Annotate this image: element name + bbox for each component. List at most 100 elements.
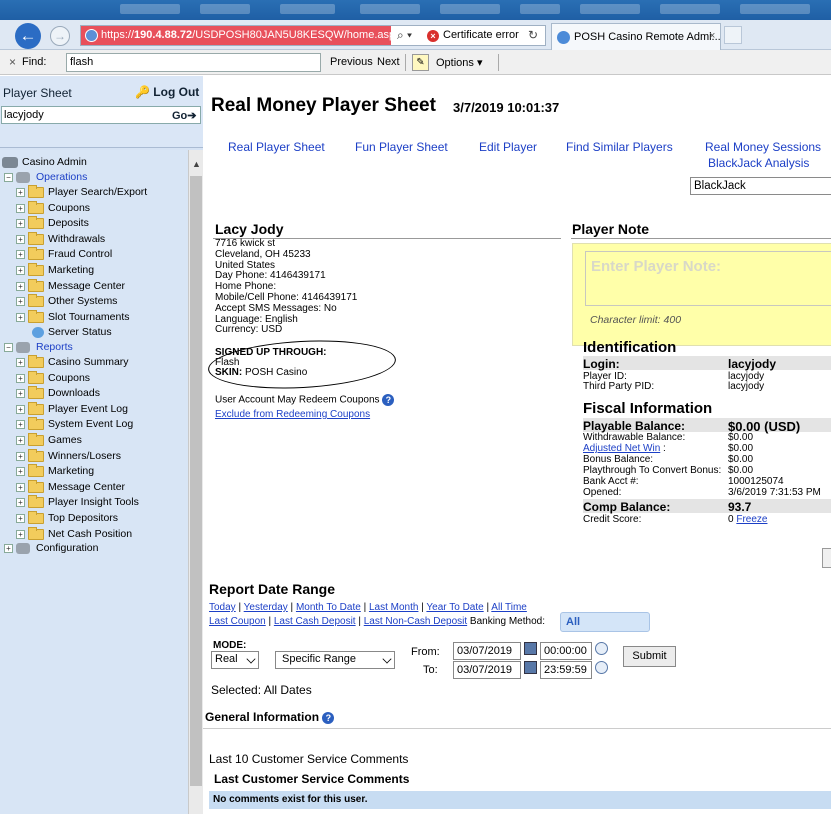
scrollbar-thumb[interactable] <box>190 176 202 786</box>
range-link-last-coupon[interactable]: Last Coupon <box>209 616 266 627</box>
close-tab-icon[interactable]: × <box>709 30 715 42</box>
expand-icon[interactable]: + <box>16 266 25 275</box>
to-date-input[interactable]: 03/07/2019 <box>453 661 521 679</box>
divider <box>571 238 831 239</box>
refresh-icon[interactable]: ↻ <box>528 28 538 42</box>
range-link-all-time[interactable]: All Time <box>491 602 527 613</box>
mode-select[interactable]: Real <box>211 651 259 669</box>
range-link-last-cash-deposit[interactable]: Last Cash Deposit <box>274 616 356 627</box>
expand-icon[interactable]: + <box>16 514 25 523</box>
cert-error-text[interactable]: Certificate error <box>443 29 519 41</box>
link-separator: | <box>360 602 369 613</box>
expand-icon[interactable]: + <box>16 420 25 430</box>
go-button[interactable]: Go➔ <box>172 109 197 122</box>
sidebar-scrollbar[interactable]: ▲ <box>188 150 203 814</box>
expand-icon[interactable]: + <box>16 389 25 399</box>
to-time-input[interactable]: 23:59:59 <box>540 661 592 679</box>
expand-icon[interactable]: + <box>16 312 25 322</box>
side-button[interactable] <box>822 548 831 568</box>
expand-icon[interactable]: + <box>16 451 25 461</box>
close-find-icon[interactable]: × <box>9 55 16 69</box>
new-tab-button[interactable] <box>724 26 742 44</box>
find-previous-button[interactable]: Previous <box>330 56 373 68</box>
expand-icon[interactable]: + <box>16 404 25 414</box>
game-select[interactable]: BlackJack <box>690 177 831 195</box>
expand-icon[interactable]: + <box>16 529 25 539</box>
url-highlight: https://190.4.88.72/USDPOSH80JAN5U8KESQW… <box>81 26 395 45</box>
range-link-yesterday[interactable]: Yesterday <box>244 602 288 613</box>
range-select[interactable]: Specific Range <box>275 651 395 669</box>
forward-button[interactable]: → <box>50 26 70 46</box>
expand-icon[interactable]: + <box>16 188 25 197</box>
folder-icon <box>28 386 44 400</box>
find-next-button[interactable]: Next <box>377 56 400 68</box>
collapse-icon[interactable]: − <box>4 343 13 352</box>
folder-icon <box>28 433 44 446</box>
back-button[interactable]: ← <box>15 23 41 49</box>
address-bar[interactable]: https://190.4.88.72/USDPOSH80JAN5U8KESQW… <box>80 25 546 46</box>
range-link-today[interactable]: Today <box>209 602 236 613</box>
find-similar-players-link[interactable]: Find Similar Players <box>566 140 673 154</box>
expand-icon[interactable]: + <box>4 544 13 553</box>
expand-icon[interactable]: + <box>16 373 25 383</box>
folder-icon <box>28 200 44 214</box>
expand-icon[interactable]: + <box>16 436 25 445</box>
real-money-sessions-link[interactable]: Real Money Sessions <box>705 140 821 154</box>
banking-method-select[interactable]: All <box>560 612 650 632</box>
range-link-last-month[interactable]: Last Month <box>369 602 418 613</box>
submit-button[interactable]: Submit <box>623 646 676 667</box>
from-date-input[interactable]: 03/07/2019 <box>453 642 521 660</box>
deposit-range-links: Last Coupon | Last Cash Deposit | Last N… <box>209 616 545 627</box>
login-row <box>583 356 831 370</box>
find-options-button[interactable]: Options ▾ <box>436 56 483 69</box>
logout-link[interactable]: 🔑 Log Out <box>135 85 199 99</box>
adjusted-net-win-link[interactable]: Adjusted Net Win <box>583 443 660 454</box>
edit-player-link[interactable]: Edit Player <box>479 140 537 154</box>
browser-tab[interactable]: POSH Casino Remote Admi... × <box>551 23 721 50</box>
expand-icon[interactable]: + <box>16 467 25 477</box>
freeze-link[interactable]: Freeze <box>736 514 767 525</box>
login-value: lacyjody <box>728 357 777 371</box>
credit-label: Credit Score: <box>583 514 642 525</box>
expand-icon[interactable]: + <box>16 250 25 260</box>
expand-icon[interactable]: + <box>16 203 25 213</box>
clock-icon[interactable] <box>595 642 608 655</box>
expand-icon[interactable]: + <box>16 297 25 307</box>
blackjack-analysis-link[interactable]: BlackJack Analysis <box>708 156 809 170</box>
fun-player-sheet-link[interactable]: Fun Player Sheet <box>355 140 448 154</box>
playthrough-value: $0.00 <box>728 465 754 476</box>
search-icon[interactable]: ⌕ ▾ <box>397 28 412 43</box>
player-note-input[interactable]: Enter Player Note: <box>585 251 831 306</box>
highlight-icon[interactable]: ✎ <box>412 54 429 71</box>
calendar-icon[interactable] <box>524 642 537 655</box>
clock-icon[interactable] <box>595 661 608 674</box>
player-search-input[interactable]: lacyjody <box>1 106 201 124</box>
help-icon[interactable]: ? <box>322 711 335 724</box>
calendar-icon[interactable] <box>524 661 537 674</box>
folder-icon <box>28 294 44 308</box>
exclude-coupons-link[interactable]: Exclude from Redeeming Coupons <box>215 409 370 420</box>
chevron-down-icon <box>382 654 392 664</box>
expand-icon[interactable]: + <box>16 482 25 492</box>
find-input[interactable]: flash <box>66 53 321 72</box>
page-date: 3/7/2019 10:01:37 <box>453 100 560 115</box>
expand-icon[interactable]: + <box>16 219 25 229</box>
expand-icon[interactable]: + <box>16 234 25 244</box>
from-time-input[interactable]: 00:00:00 <box>540 642 592 660</box>
range-link-month-to-date[interactable]: Month To Date <box>296 602 361 613</box>
range-link-last-non-cash-deposit[interactable]: Last Non-Cash Deposit <box>364 616 467 627</box>
third-party-label: Third Party PID: <box>583 381 655 392</box>
collapse-icon[interactable]: − <box>4 173 13 182</box>
expand-icon[interactable]: + <box>16 498 25 508</box>
expand-icon[interactable]: + <box>16 281 25 291</box>
page-title: Real Money Player Sheet <box>211 95 436 116</box>
tab-favicon-icon <box>557 31 570 44</box>
expand-icon[interactable]: + <box>16 358 25 367</box>
range-link-year-to-date[interactable]: Year To Date <box>426 602 483 613</box>
scroll-up-icon[interactable]: ▲ <box>192 159 201 169</box>
help-icon[interactable]: ? <box>382 394 395 406</box>
real-player-sheet-link[interactable]: Real Player Sheet <box>228 140 325 154</box>
country: United States <box>215 259 276 271</box>
divider <box>405 54 406 71</box>
street: 7716 kwick st <box>215 238 276 249</box>
